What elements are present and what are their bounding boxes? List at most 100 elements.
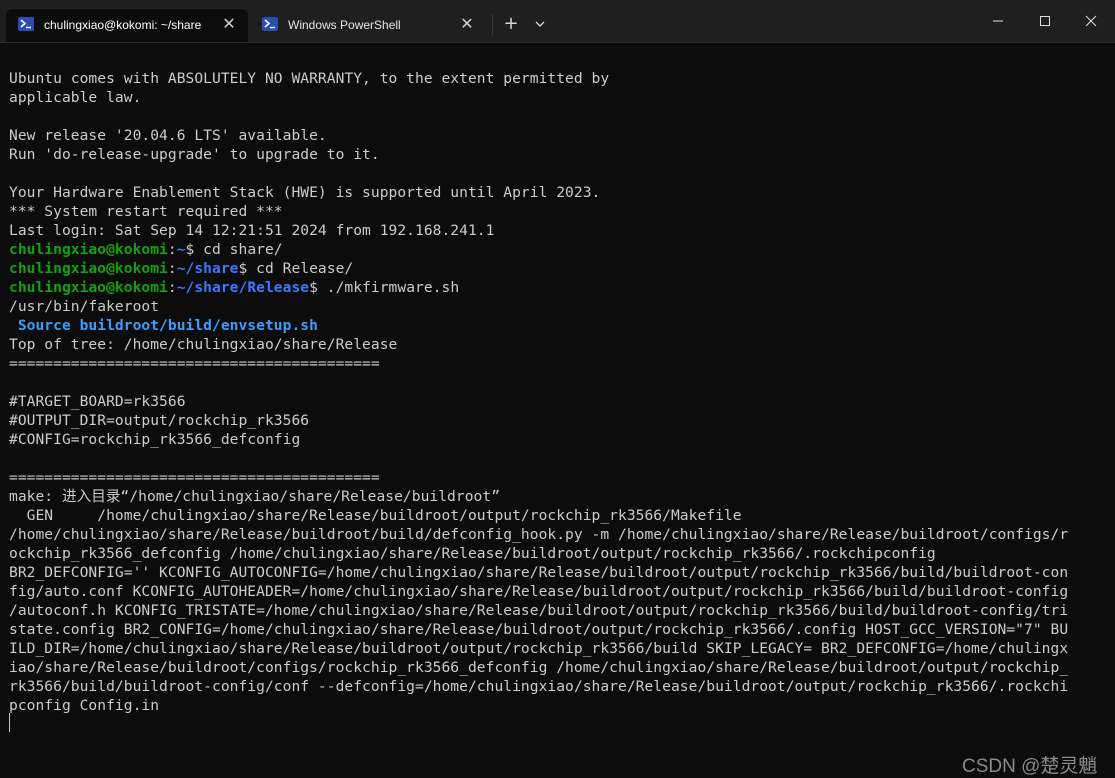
terminal-pane[interactable]: Ubuntu comes with ABSOLUTELY NO WARRANTY… — [0, 43, 1115, 777]
terminal-line: #CONFIG=rockchip_rk3566_defconfig — [9, 430, 1094, 449]
terminal-text: : — [167, 260, 177, 277]
terminal-line: applicable law. — [9, 88, 1094, 107]
terminal-line: Run 'do-release-upgrade' to upgrade to i… — [9, 145, 1094, 164]
terminal-line — [9, 373, 1094, 392]
tab-windows-powershell[interactable]: Windows PowerShell ✕ — [250, 9, 484, 42]
terminal-line: Your Hardware Enablement Stack (HWE) is … — [9, 183, 1094, 202]
maximize-button[interactable] — [1022, 0, 1068, 42]
terminal-text: : — [167, 279, 177, 296]
terminal-text: /usr/bin/fakeroot — [9, 298, 160, 315]
text-cursor — [9, 713, 10, 732]
chevron-down-icon — [535, 21, 545, 27]
terminal-text: fig/auto.conf KCONFIG_AUTOHEADER=/home/c… — [9, 583, 1069, 600]
terminal-line: #OUTPUT_DIR=output/rockchip_rk3566 — [9, 411, 1094, 430]
terminal-text: rk3566/build/buildroot-config/conf --def… — [9, 678, 1069, 695]
terminal-text: BR2_DEFCONFIG='' KCONFIG_AUTOCONFIG=/hom… — [9, 564, 1069, 581]
terminal-line: chulingxiao@kokomi:~/share/Release$ ./mk… — [9, 278, 1094, 297]
maximize-icon — [1040, 16, 1050, 26]
terminal-line: #TARGET_BOARD=rk3566 — [9, 392, 1094, 411]
terminal-text: chulingxiao@kokomi — [9, 241, 168, 258]
terminal-text: state.config BR2_CONFIG=/home/chulingxia… — [9, 621, 1069, 638]
terminal-line — [9, 449, 1094, 468]
terminal-text: ~/share — [176, 260, 239, 277]
scrollbar[interactable] — [1104, 43, 1112, 742]
terminal-text: Your Hardware Enablement Stack (HWE) is … — [9, 184, 601, 201]
tab-divider — [492, 14, 493, 36]
tab-label: chulingxiao@kokomi: ~/share — [44, 18, 202, 32]
terminal-text: ockchip_rk3566_defconfig /home/chulingxi… — [9, 545, 936, 562]
terminal-line: fig/auto.conf KCONFIG_AUTOHEADER=/home/c… — [9, 582, 1094, 601]
terminal-text: New release '20.04.6 LTS' available. — [9, 127, 327, 144]
terminal-text: ~/share/Release — [176, 279, 310, 296]
terminal-text: ========================================… — [9, 469, 380, 486]
watermark: CSDN @楚灵魈 — [962, 756, 1098, 777]
terminal-text: #TARGET_BOARD=rk3566 — [9, 393, 186, 410]
terminal-text: ========================================… — [9, 355, 380, 372]
terminal-line: Last login: Sat Sep 14 12:21:51 2024 fro… — [9, 221, 1094, 240]
close-icon — [1085, 15, 1097, 27]
terminal-line: ========================================… — [9, 354, 1094, 373]
terminal-text: Last login: Sat Sep 14 12:21:51 2024 fro… — [9, 222, 495, 239]
terminal-text: : — [167, 241, 177, 258]
title-bar: chulingxiao@kokomi: ~/share ✕ Windows Po… — [0, 0, 1115, 43]
terminal-line: state.config BR2_CONFIG=/home/chulingxia… — [9, 620, 1094, 639]
terminal-line: /home/chulingxiao/share/Release/buildroo… — [9, 525, 1094, 544]
terminal-line — [9, 164, 1094, 183]
minimize-button[interactable] — [975, 0, 1021, 42]
terminal-text: Top of tree: /home/chulingxiao/share/Rel… — [9, 336, 398, 353]
terminal-text: make: 进入目录“/home/chulingxiao/share/Relea… — [9, 488, 501, 505]
terminal-text: Run 'do-release-upgrade' to upgrade to i… — [9, 146, 380, 163]
terminal-line: make: 进入目录“/home/chulingxiao/share/Relea… — [9, 487, 1094, 506]
new-tab-button[interactable]: + — [498, 11, 524, 37]
terminal-text: #CONFIG=rockchip_rk3566_defconfig — [9, 431, 301, 448]
terminal-line: GEN /home/chulingxiao/share/Release/buil… — [9, 506, 1094, 525]
terminal-text: #OUTPUT_DIR=output/rockchip_rk3566 — [9, 412, 310, 429]
terminal-text: *** System restart required *** — [9, 203, 283, 220]
terminal-text: $ cd Release/ — [238, 260, 354, 277]
terminal-line: ILD_DIR=/home/chulingxiao/share/Release/… — [9, 639, 1094, 658]
terminal-line: /autoconf.h KCONFIG_TRISTATE=/home/chuli… — [9, 601, 1094, 620]
terminal-line: chulingxiao@kokomi:~$ cd share/ — [9, 240, 1094, 259]
terminal-output: Ubuntu comes with ABSOLUTELY NO WARRANTY… — [9, 69, 1094, 715]
terminal-text: chulingxiao@kokomi — [9, 260, 168, 277]
tab-label: Windows PowerShell — [288, 18, 401, 32]
terminal-text: Source buildroot/build/envsetup.sh — [9, 317, 318, 334]
minimize-icon — [993, 20, 1003, 22]
terminal-icon — [18, 17, 34, 31]
terminal-text: $ cd share/ — [185, 241, 283, 258]
tab-dropdown-button[interactable] — [528, 11, 552, 37]
tab-ubuntu-shell[interactable]: chulingxiao@kokomi: ~/share ✕ — [6, 9, 248, 42]
terminal-line: *** System restart required *** — [9, 202, 1094, 221]
terminal-text: pconfig Config.in — [9, 697, 160, 714]
terminal-line: Top of tree: /home/chulingxiao/share/Rel… — [9, 335, 1094, 354]
terminal-text: ~ — [176, 241, 186, 258]
terminal-text: GEN /home/chulingxiao/share/Release/buil… — [9, 507, 742, 524]
terminal-text: /autoconf.h KCONFIG_TRISTATE=/home/chuli… — [9, 602, 1069, 619]
terminal-text: ILD_DIR=/home/chulingxiao/share/Release/… — [9, 640, 1069, 657]
terminal-line: ========================================… — [9, 468, 1094, 487]
terminal-text: $ ./mkfirmware.sh — [309, 279, 460, 296]
powershell-icon — [262, 17, 278, 31]
terminal-line — [9, 107, 1094, 126]
terminal-line: New release '20.04.6 LTS' available. — [9, 126, 1094, 145]
terminal-text: applicable law. — [9, 89, 142, 106]
terminal-text: /home/chulingxiao/share/Release/buildroo… — [9, 526, 1069, 543]
terminal-line: Ubuntu comes with ABSOLUTELY NO WARRANTY… — [9, 69, 1094, 88]
terminal-line: /usr/bin/fakeroot — [9, 297, 1094, 316]
terminal-line: chulingxiao@kokomi:~/share$ cd Release/ — [9, 259, 1094, 278]
terminal-line: Source buildroot/build/envsetup.sh — [9, 316, 1094, 335]
terminal-text: chulingxiao@kokomi — [9, 279, 168, 296]
close-window-button[interactable] — [1068, 0, 1114, 42]
terminal-line: iao/share/Release/buildroot/configs/rock… — [9, 658, 1094, 677]
terminal-line: rk3566/build/buildroot-config/conf --def… — [9, 677, 1094, 696]
terminal-line: pconfig Config.in — [9, 696, 1094, 715]
close-tab-icon[interactable]: ✕ — [219, 15, 239, 35]
terminal-line: BR2_DEFCONFIG='' KCONFIG_AUTOCONFIG=/hom… — [9, 563, 1094, 582]
terminal-text: iao/share/Release/buildroot/configs/rock… — [9, 659, 1069, 676]
terminal-text: Ubuntu comes with ABSOLUTELY NO WARRANTY… — [9, 70, 610, 87]
close-tab-icon[interactable]: ✕ — [457, 15, 477, 35]
